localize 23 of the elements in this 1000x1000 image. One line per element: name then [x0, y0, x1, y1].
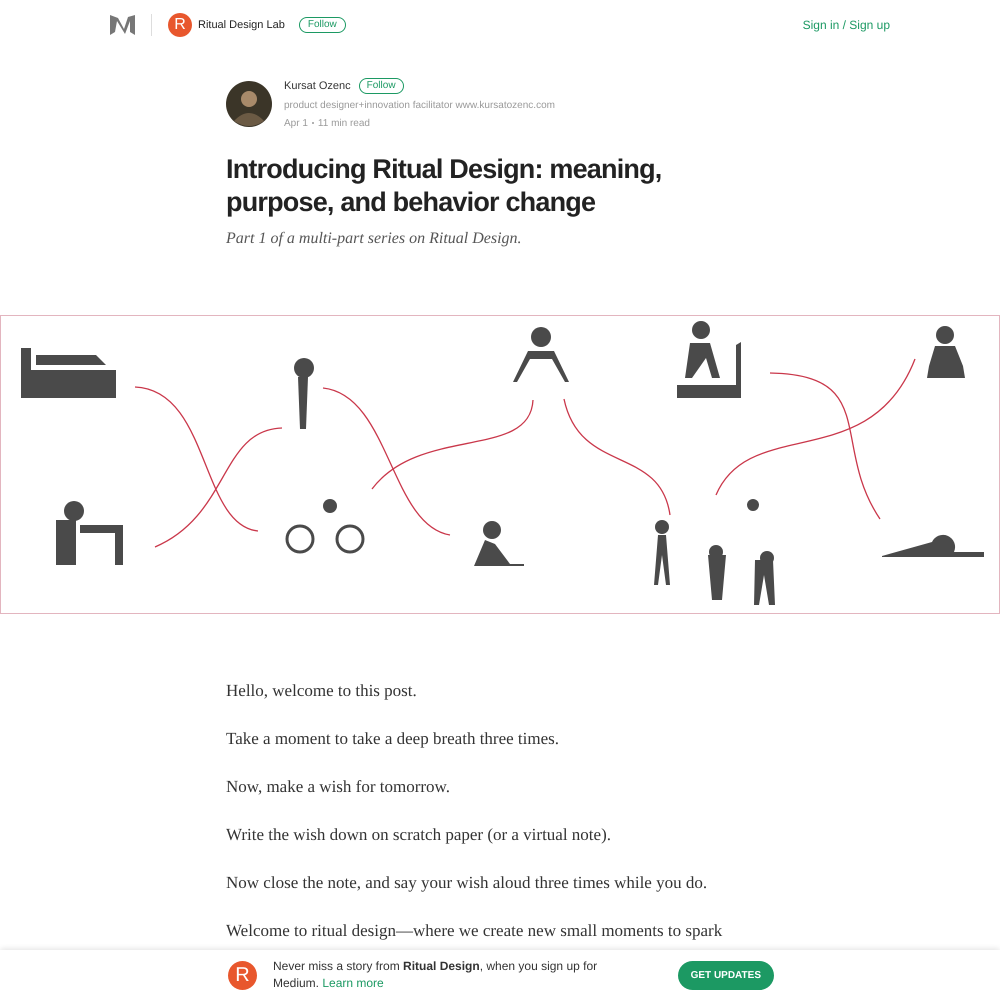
learn-more-link[interactable]: Learn more [322, 976, 384, 990]
sign-in-link[interactable]: Sign in / Sign up [802, 16, 890, 34]
paragraph: Now, make a wish for tomorrow. [226, 776, 451, 798]
follow-button[interactable]: Follow [358, 78, 404, 94]
paragraph: Now close the note, and say your wish aloud three times while you do. [226, 872, 708, 894]
article-title: Introducing Ritual Design: meaning, purpose, and behavior change [226, 152, 663, 218]
author-bio: product designer+innovation facilitator www.kursatozenc.com [284, 98, 555, 112]
follow-button[interactable]: Follow [298, 17, 346, 33]
publication-logo-icon[interactable]: R [228, 960, 257, 990]
paragraph: Take a moment to take a deep breath three times. [226, 728, 560, 750]
paragraph: Welcome to ritual design—where we create new small moments to spark [226, 920, 724, 942]
article-subtitle: Part 1 of a multi-part series on Ritual Design. [226, 228, 523, 248]
paragraph: Write the wish down on scratch paper (or a virtual note). [226, 824, 612, 846]
read-time: 11 min read [318, 116, 370, 130]
avatar[interactable] [226, 81, 272, 128]
publication-name[interactable]: Ritual Design Lab [198, 16, 285, 34]
get-updates-button[interactable]: GET UPDATES [678, 960, 774, 990]
medium-logo-icon[interactable] [110, 15, 135, 35]
author-name[interactable]: Kursat Ozenc [284, 78, 351, 94]
post-date: Apr 1 [284, 116, 308, 130]
banner-message: Never miss a story from Ritual Design, when you sign up for Medium. Learn more [273, 958, 598, 992]
publication-logo-icon[interactable]: R [168, 13, 192, 37]
paragraph: Hello, welcome to this post. [226, 680, 418, 702]
